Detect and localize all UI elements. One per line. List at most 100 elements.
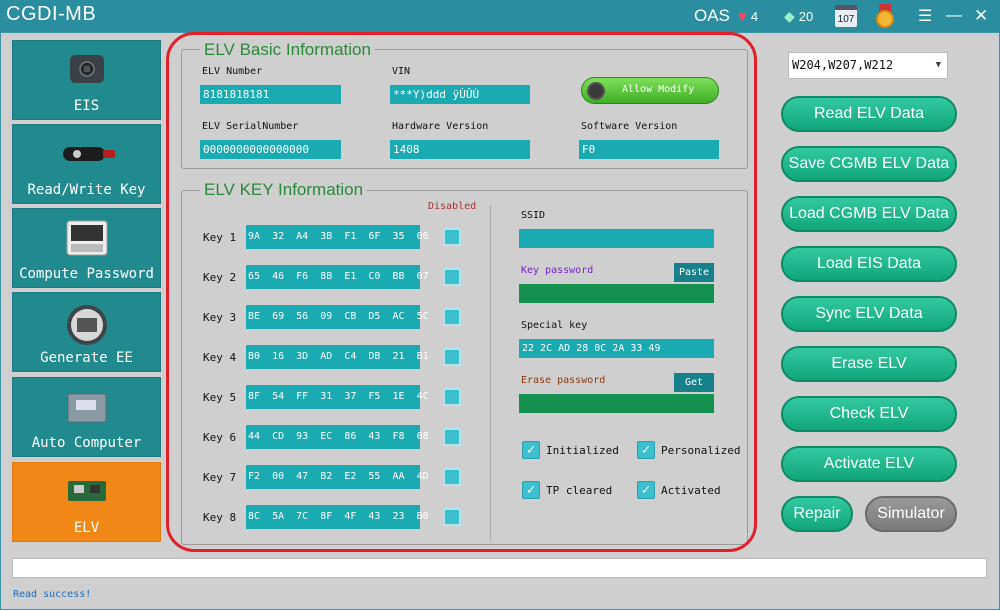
activate-elv-button[interactable]: Activate ELV	[781, 446, 957, 482]
sidebar-item-elv[interactable]: ELV	[12, 462, 161, 542]
basic-info-title: ELV Basic Information	[200, 40, 375, 60]
simulator-button[interactable]: Simulator	[865, 496, 957, 532]
eis-key-icon	[69, 55, 104, 83]
diamond-count: 20	[798, 8, 814, 24]
activated-checkbox[interactable]: ✓	[637, 481, 655, 499]
ssid-label: SSID	[521, 210, 546, 221]
key-disabled-checkbox[interactable]	[443, 228, 461, 246]
serial-field[interactable]: 0000000000000000	[200, 140, 341, 159]
heart-icon: ♥	[738, 7, 747, 25]
elv-number-field[interactable]: 8181818181	[200, 85, 341, 104]
read-elv-data-button[interactable]: Read ELV Data	[781, 96, 957, 132]
model-select-value: W204,W207,W212	[792, 58, 894, 72]
personalized-checkbox[interactable]: ✓	[637, 441, 655, 459]
key-info-title: ELV KEY Information	[200, 180, 368, 200]
heart-counter: ♥ 4	[738, 0, 758, 32]
elv-number-label: ELV Number	[202, 66, 263, 77]
oas-label[interactable]: OAS	[694, 0, 730, 32]
hardware-version-label: Hardware Version	[392, 121, 489, 132]
key-disabled-checkbox[interactable]	[443, 468, 461, 486]
personalized-label: Personalized	[661, 444, 741, 457]
vin-field[interactable]: ***Y)ddd ÿÙÛÙ	[390, 85, 530, 104]
key-disabled-checkbox[interactable]	[443, 388, 461, 406]
key-label: Key 3	[203, 311, 237, 324]
tp-cleared-label: TP cleared	[546, 484, 613, 497]
minimize-icon[interactable]: —	[946, 0, 962, 32]
key-disabled-checkbox[interactable]	[443, 308, 461, 326]
sidebar-item-label: Compute Password	[19, 266, 154, 282]
elv-module-icon	[67, 481, 106, 501]
sidebar-item-eis[interactable]: EIS	[12, 40, 161, 120]
close-icon[interactable]: ✕	[974, 0, 988, 32]
key-label: Key 2	[203, 271, 237, 284]
special-key-label: Special key	[521, 320, 588, 331]
key-field[interactable]: B0 16 3D AD C4 DB 21 B1	[246, 345, 429, 369]
medal-icon[interactable]	[875, 4, 895, 28]
key-field[interactable]: 44 CD 93 EC 86 43 F8 08	[246, 425, 429, 449]
key-field[interactable]: 8C 5A 7C 8F 4F 43 23 B0	[246, 505, 429, 529]
key-label: Key 1	[203, 231, 237, 244]
ssid-field[interactable]	[519, 229, 714, 248]
key-disabled-checkbox[interactable]	[443, 508, 461, 526]
key-disabled-checkbox[interactable]	[443, 428, 461, 446]
paste-button[interactable]: Paste	[674, 263, 714, 282]
title-bar: CGDI-MB OAS ♥ 4 ◆ 20 107 ☰ — ✕	[0, 0, 1000, 32]
calendar-day: 107	[837, 14, 855, 25]
sidebar-item-auto-computer[interactable]: Auto Computer	[12, 377, 161, 457]
sidebar-item-label: Auto Computer	[31, 435, 142, 451]
progress-bar	[12, 558, 987, 578]
key-label: Key 6	[203, 431, 237, 444]
sidebar-item-label: EIS	[73, 98, 100, 114]
toggle-knob	[587, 82, 605, 100]
keyboard-icon	[66, 220, 107, 256]
ecu-icon	[67, 393, 106, 423]
key-info-divider	[490, 205, 491, 541]
sidebar-item-label: ELV	[73, 520, 100, 536]
sidebar-item-label: Generate EE	[40, 350, 133, 366]
initialized-label: Initialized	[546, 444, 619, 457]
load-cgmb-elv-data-button[interactable]: Load CGMB ELV Data	[781, 196, 957, 232]
software-version-label: Software Version	[581, 121, 678, 132]
chip-icon	[66, 305, 107, 345]
get-button[interactable]: Get	[674, 373, 714, 392]
model-select[interactable]: W204,W207,W212 ▼	[788, 52, 948, 79]
key-field[interactable]: 9A 32 A4 3B F1 6F 35 06	[246, 225, 429, 249]
key-disabled-checkbox[interactable]	[443, 268, 461, 286]
check-elv-button[interactable]: Check ELV	[781, 396, 957, 432]
disabled-header: Disabled	[428, 201, 477, 212]
menu-icon[interactable]: ☰	[918, 0, 932, 32]
initialized-checkbox[interactable]: ✓	[522, 441, 540, 459]
key-label: Key 8	[203, 511, 237, 524]
car-key-icon	[62, 147, 115, 161]
sync-elv-data-button[interactable]: Sync ELV Data	[781, 296, 957, 332]
tp-cleared-checkbox[interactable]: ✓	[522, 481, 540, 499]
hardware-version-field[interactable]: 1408	[390, 140, 530, 159]
calendar-icon[interactable]: 107	[835, 5, 857, 27]
save-cgmb-elv-data-button[interactable]: Save CGMB ELV Data	[781, 146, 957, 182]
chevron-down-icon: ▼	[935, 60, 941, 70]
sidebar-item-generate-ee[interactable]: Generate EE	[12, 292, 161, 372]
sidebar-item-read-write-key[interactable]: Read/Write Key	[12, 124, 161, 204]
diamond-icon: ◆	[784, 7, 795, 24]
key-field[interactable]: F2 00 47 B2 E2 55 AA 4D	[246, 465, 429, 489]
key-field[interactable]: 8F 54 FF 31 37 F5 1E 4C	[246, 385, 429, 409]
allow-modify-toggle[interactable]: Allow Modify	[581, 77, 719, 104]
sidebar-item-compute-password[interactable]: Compute Password	[12, 208, 161, 288]
software-version-field[interactable]: F0	[579, 140, 719, 159]
key-password-field[interactable]	[519, 284, 714, 303]
sidebar-item-label: Read/Write Key	[27, 182, 146, 198]
load-eis-data-button[interactable]: Load EIS Data	[781, 246, 957, 282]
key-disabled-checkbox[interactable]	[443, 348, 461, 366]
key-field[interactable]: 65 46 F6 8B E1 C0 BB 07	[246, 265, 429, 289]
key-field[interactable]: BE 69 56 09 CB D5 AC 5C	[246, 305, 429, 329]
special-key-field[interactable]: 22 2C AD 28 0C 2A 33 49	[519, 339, 714, 358]
key-password-label: Key password	[521, 265, 594, 276]
erase-elv-button[interactable]: Erase ELV	[781, 346, 957, 382]
erase-password-label: Erase password	[521, 375, 606, 386]
vin-label: VIN	[392, 66, 411, 77]
heart-count: 4	[750, 8, 759, 24]
repair-button[interactable]: Repair	[781, 496, 853, 532]
erase-password-field[interactable]	[519, 394, 714, 413]
app-title: CGDI-MB	[6, 3, 97, 25]
key-label: Key 5	[203, 391, 237, 404]
